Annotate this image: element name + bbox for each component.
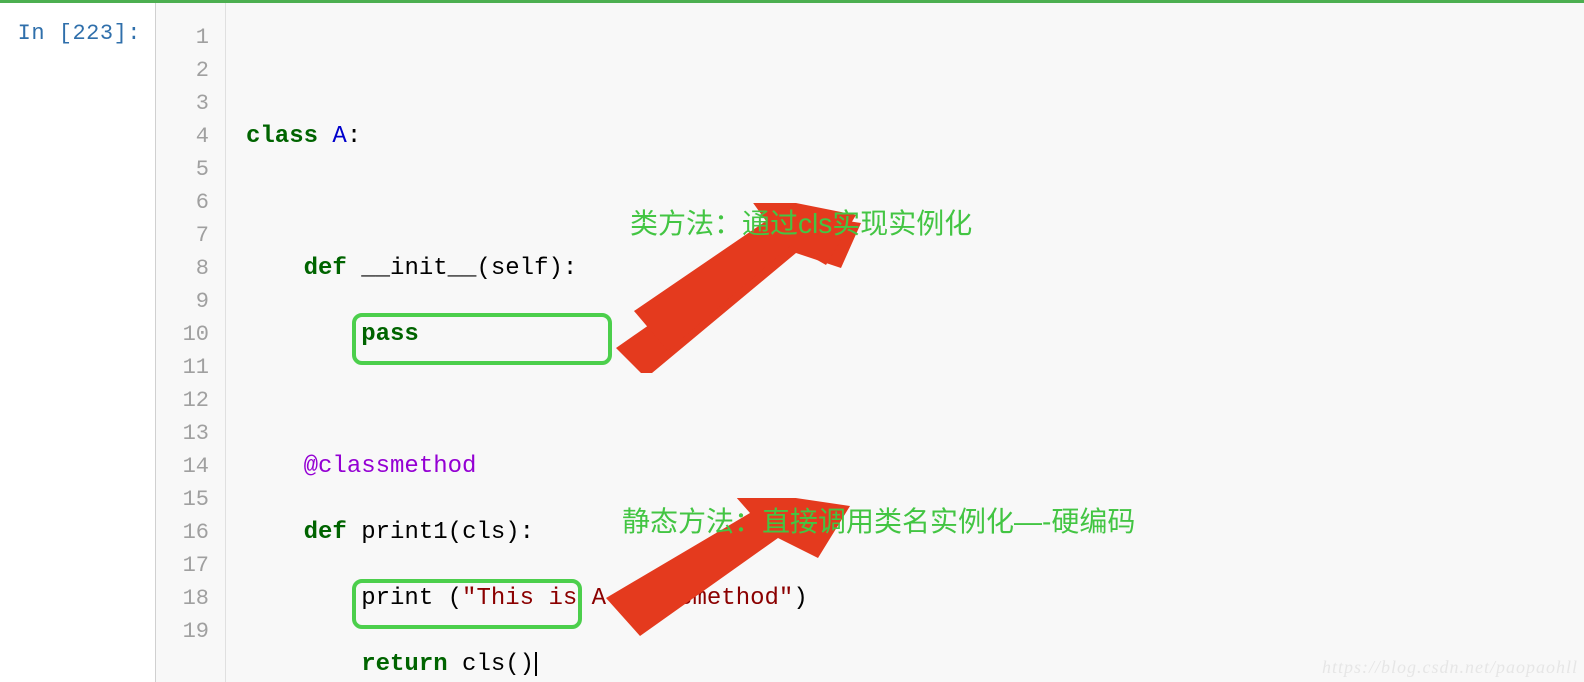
line-number: 16 xyxy=(156,516,209,549)
line-number: 14 xyxy=(156,450,209,483)
method-name: __init__ xyxy=(361,255,476,282)
keyword-return: return xyxy=(361,651,447,678)
line-number: 1 xyxy=(156,21,209,54)
highlight-return-a xyxy=(352,579,582,629)
line-number: 5 xyxy=(156,153,209,186)
keyword-def: def xyxy=(304,255,347,282)
code-line[interactable] xyxy=(246,54,1584,87)
line-number: 10 xyxy=(156,318,209,351)
decorator: @classmethod xyxy=(304,453,477,480)
line-number: 13 xyxy=(156,417,209,450)
line-number: 6 xyxy=(156,186,209,219)
text-cursor xyxy=(535,652,537,676)
line-number: 8 xyxy=(156,252,209,285)
line-number: 19 xyxy=(156,615,209,648)
prompt-label: In [223]: xyxy=(18,21,141,46)
expr: cls() xyxy=(462,651,534,678)
line-number: 18 xyxy=(156,582,209,615)
notebook-code-cell: In [223]: 1 2 3 4 5 6 7 8 9 10 11 12 13 … xyxy=(0,0,1584,682)
code-line[interactable]: def __init__(self): xyxy=(246,252,1584,285)
code-content[interactable]: class A: def __init__(self): pass @class… xyxy=(226,3,1584,682)
line-number: 17 xyxy=(156,549,209,582)
line-number: 4 xyxy=(156,120,209,153)
line-number: 11 xyxy=(156,351,209,384)
annotation-classmethod: 类方法：通过cls实现实例化 xyxy=(630,207,972,240)
watermark: https://blog.csdn.net/paopaohll xyxy=(1322,657,1578,678)
code-line[interactable] xyxy=(246,384,1584,417)
code-line[interactable]: @classmethod xyxy=(246,450,1584,483)
code-editor[interactable]: 1 2 3 4 5 6 7 8 9 10 11 12 13 14 15 16 1… xyxy=(155,3,1584,682)
method-name: print1 xyxy=(361,519,447,546)
highlight-return-cls xyxy=(352,313,612,365)
line-number: 15 xyxy=(156,483,209,516)
class-name: A xyxy=(332,123,346,150)
keyword-class: class xyxy=(246,123,318,150)
line-number: 12 xyxy=(156,384,209,417)
line-number: 3 xyxy=(156,87,209,120)
code-line[interactable]: class A: xyxy=(246,120,1584,153)
line-number-gutter: 1 2 3 4 5 6 7 8 9 10 11 12 13 14 15 16 1… xyxy=(156,3,226,682)
input-prompt: In [223]: xyxy=(0,3,155,682)
param: self xyxy=(491,255,549,282)
param: cls xyxy=(462,519,505,546)
line-number: 7 xyxy=(156,219,209,252)
line-number: 9 xyxy=(156,285,209,318)
annotation-staticmethod: 静态方法：直接调用类名实例化—-硬编码 xyxy=(622,505,1135,538)
keyword-def: def xyxy=(304,519,347,546)
line-number: 2 xyxy=(156,54,209,87)
